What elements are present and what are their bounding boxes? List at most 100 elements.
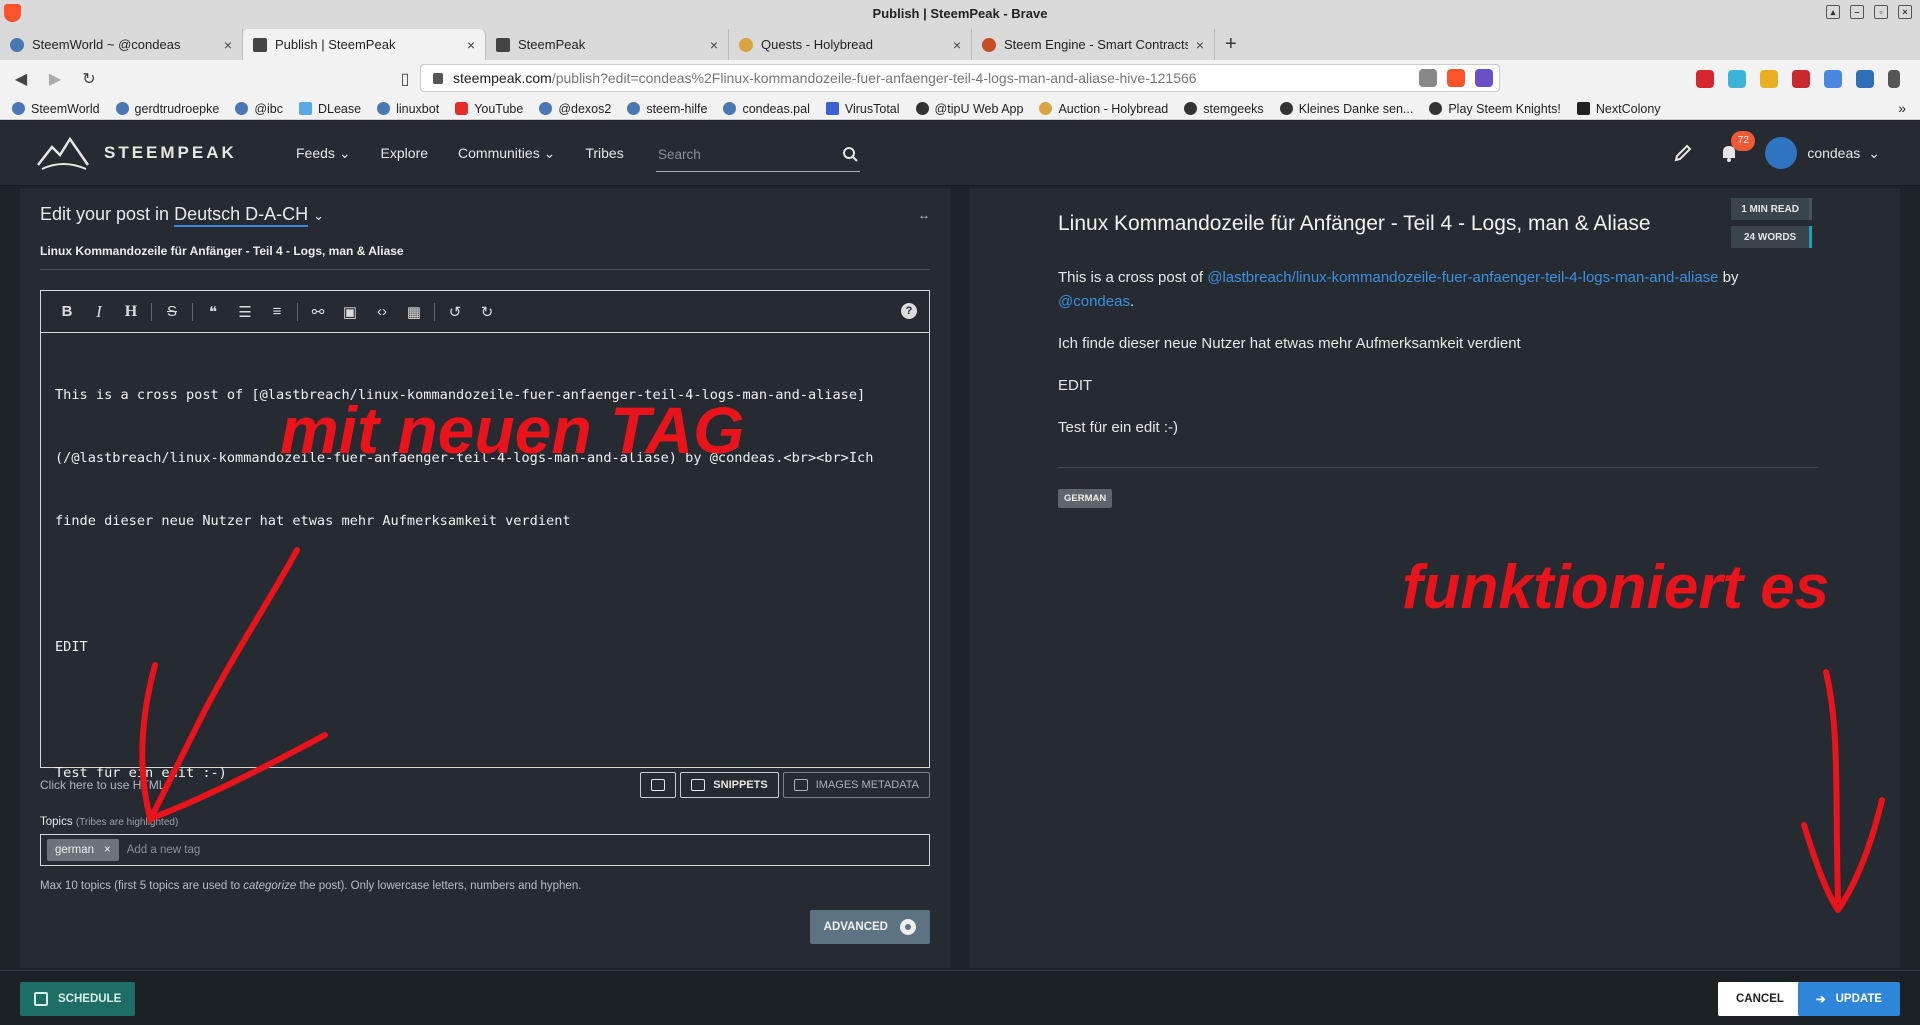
extension-icon[interactable] (1696, 70, 1714, 88)
back-icon[interactable]: ◀ (8, 69, 34, 89)
bookmark-item[interactable]: Play Steem Knights! (1429, 102, 1561, 116)
bookmark-item[interactable]: YouTube (455, 102, 523, 116)
markdown-editor: B I H S ❝ ☰ ≡ ⚯ ▣ ‹› ▦ ↺ ↻ ? This is a c… (40, 290, 930, 781)
chevron-down-icon[interactable]: ⌄ (313, 208, 324, 223)
help-icon[interactable]: ? (901, 303, 917, 319)
menu-icon[interactable] (1888, 70, 1900, 88)
reload-icon[interactable]: ↻ (76, 69, 102, 89)
expand-icon[interactable]: ↔ (918, 208, 930, 222)
preview-tag[interactable]: GERMAN (1058, 489, 1113, 508)
unordered-list-icon[interactable]: ≡ (261, 303, 293, 320)
post-title-input[interactable]: Linux Kommandozeile für Anfänger - Teil … (40, 240, 930, 270)
preview-paragraph: Ich finde dieser neue Nutzer hat etwas m… (1058, 335, 1521, 352)
extension-icon[interactable] (1824, 70, 1842, 88)
arrow-right-icon: ➔ (1815, 994, 1826, 1006)
address-bar[interactable]: steempeak.com/publish?edit=condeas%2Flin… (420, 64, 1500, 92)
tab-close-icon[interactable]: × (467, 37, 475, 53)
notifications-button[interactable]: 72 (1719, 131, 1756, 163)
bookmark-item[interactable]: stemgeeks (1184, 102, 1264, 116)
dlease-icon (299, 102, 312, 115)
search-input[interactable]: Search (656, 138, 860, 172)
bookmark-item[interactable]: VirusTotal (825, 102, 900, 116)
window-menu-icon[interactable]: ▴ (1826, 5, 1840, 19)
undo-icon[interactable]: ↺ (439, 303, 471, 321)
browser-tab[interactable]: SteemWorld ~ @condeas × (0, 29, 243, 60)
html-toggle-link[interactable]: Click here to use HTML (40, 778, 165, 792)
advanced-button[interactable]: ADVANCED (809, 910, 930, 944)
bookmark-item[interactable]: @ibc (235, 102, 283, 116)
heading-icon[interactable]: H (115, 303, 147, 321)
strikethrough-icon[interactable]: S (156, 303, 188, 320)
bookmark-item[interactable]: steem-hilfe (627, 102, 707, 116)
bookmark-item[interactable]: @tipU Web App (915, 102, 1023, 116)
tab-strip: SteemWorld ~ @condeas × Publish | SteemP… (0, 26, 1920, 60)
bookmark-item[interactable]: SteemWorld (12, 102, 100, 116)
new-tab-button[interactable]: + (1215, 29, 1247, 60)
browser-tab[interactable]: Steem Engine - Smart Contracts × (972, 29, 1215, 60)
bookmark-item[interactable]: DLease (299, 102, 361, 116)
images-metadata-button[interactable]: IMAGES METADATA (782, 772, 930, 798)
tab-close-icon[interactable]: × (710, 37, 718, 53)
browser-tab[interactable]: SteemPeak × (486, 29, 729, 60)
window-controls: ▴ – ▫ × (1826, 5, 1912, 19)
translate-icon[interactable] (1419, 69, 1437, 87)
more-bookmarks-icon[interactable]: » (1898, 100, 1906, 116)
extension-icon[interactable] (1856, 70, 1874, 88)
italic-icon[interactable]: I (83, 302, 115, 322)
brave-rewards-icon[interactable] (1475, 69, 1493, 87)
table-icon[interactable]: ▦ (398, 303, 430, 321)
brave-shields-icon[interactable] (1447, 69, 1465, 87)
bookmark-item[interactable]: linuxbot (377, 102, 439, 116)
close-window-icon[interactable]: × (1898, 5, 1912, 19)
bookmark-item[interactable]: NextColony (1576, 102, 1661, 116)
image-icon[interactable]: ▣ (334, 303, 366, 321)
link-icon[interactable]: ⚯ (302, 303, 334, 321)
preview-paragraph: EDIT (1058, 377, 1093, 394)
new-tag-input[interactable]: Add a new tag (127, 844, 201, 856)
remove-tag-icon[interactable]: × (104, 844, 111, 856)
steem-engine-icon (982, 37, 996, 52)
bookmark-item[interactable]: Auction - Holybread (1039, 102, 1168, 116)
search-icon[interactable] (842, 146, 858, 162)
update-button[interactable]: ➔ UPDATE (1798, 982, 1900, 1016)
redo-icon[interactable]: ↻ (471, 303, 503, 321)
nav-tribes[interactable]: Tribes (585, 145, 623, 162)
bookmark-item[interactable]: @dexos2 (539, 102, 611, 116)
minimize-icon[interactable]: – (1850, 5, 1864, 19)
extension-icon[interactable] (1728, 70, 1746, 88)
extension-icon[interactable] (1760, 70, 1778, 88)
forward-icon[interactable]: ▶ (42, 69, 68, 89)
author-link[interactable]: @condeas (1058, 293, 1130, 310)
cancel-button[interactable]: CANCEL (1718, 982, 1802, 1016)
editor-footer: Click here to use HTML SNIPPETS IMAGES M… (40, 770, 930, 800)
nav-feeds[interactable]: Feeds ⌄ (296, 145, 351, 162)
maximize-icon[interactable]: ▫ (1874, 5, 1888, 19)
crosspost-link[interactable]: @lastbreach/linux-kommandozeile-fuer-anf… (1207, 269, 1718, 286)
browser-tab-active[interactable]: Publish | SteemPeak × (243, 29, 486, 60)
pencil-icon[interactable] (1673, 143, 1693, 163)
images-metadata-label: IMAGES METADATA (815, 779, 919, 791)
language-select[interactable]: Deutsch D-A-CH (174, 204, 309, 227)
user-menu[interactable]: condeas ⌄ (1765, 137, 1880, 169)
browser-tab[interactable]: Quests - Holybread × (729, 29, 972, 60)
bookmark-icon[interactable]: ▯ (392, 69, 418, 89)
code-icon[interactable]: ‹› (366, 303, 398, 320)
quote-icon[interactable]: ❝ (197, 303, 229, 321)
tags-input[interactable]: german × Add a new tag (40, 834, 930, 866)
ordered-list-icon[interactable]: ☰ (229, 303, 261, 321)
window-titlebar: Publish | SteemPeak - Brave ▴ – ▫ × (0, 0, 1920, 26)
tab-close-icon[interactable]: × (224, 37, 232, 53)
tab-close-icon[interactable]: × (953, 37, 961, 53)
extension-icon[interactable] (1792, 70, 1810, 88)
steempeak-logo[interactable]: STEEMPEAK (36, 135, 237, 171)
snippets-button[interactable]: SNIPPETS (680, 772, 779, 798)
bookmark-item[interactable]: Kleines Danke sen... (1279, 102, 1413, 116)
bookmark-item[interactable]: gerdtrudroepke (115, 102, 219, 116)
clipboard-button[interactable] (640, 772, 677, 798)
tab-close-icon[interactable]: × (1196, 37, 1204, 53)
nav-communities[interactable]: Communities ⌄ (458, 145, 555, 162)
schedule-button[interactable]: SCHEDULE (20, 982, 136, 1016)
nav-explore[interactable]: Explore (381, 145, 428, 162)
bookmark-item[interactable]: condeas.pal (723, 102, 810, 116)
bold-icon[interactable]: B (51, 303, 83, 320)
